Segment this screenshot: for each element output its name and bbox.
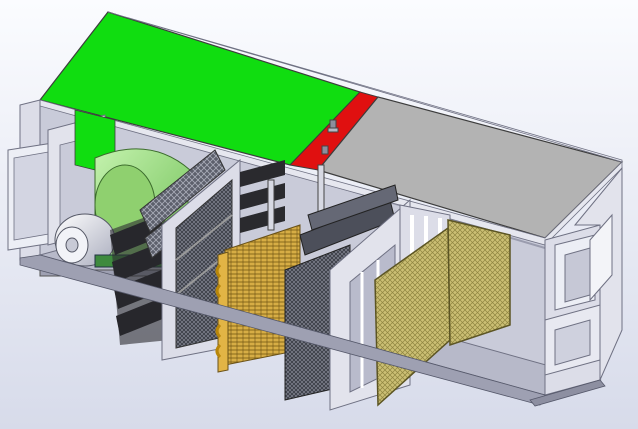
cad-viewport (0, 0, 638, 429)
bolt-icon (321, 145, 329, 155)
bolt-icon (327, 119, 339, 133)
coil-header-pipe (267, 179, 275, 231)
louver-stack (240, 160, 285, 233)
evap-pad-rear (447, 219, 511, 347)
air-handling-unit-cad-render (0, 0, 638, 429)
